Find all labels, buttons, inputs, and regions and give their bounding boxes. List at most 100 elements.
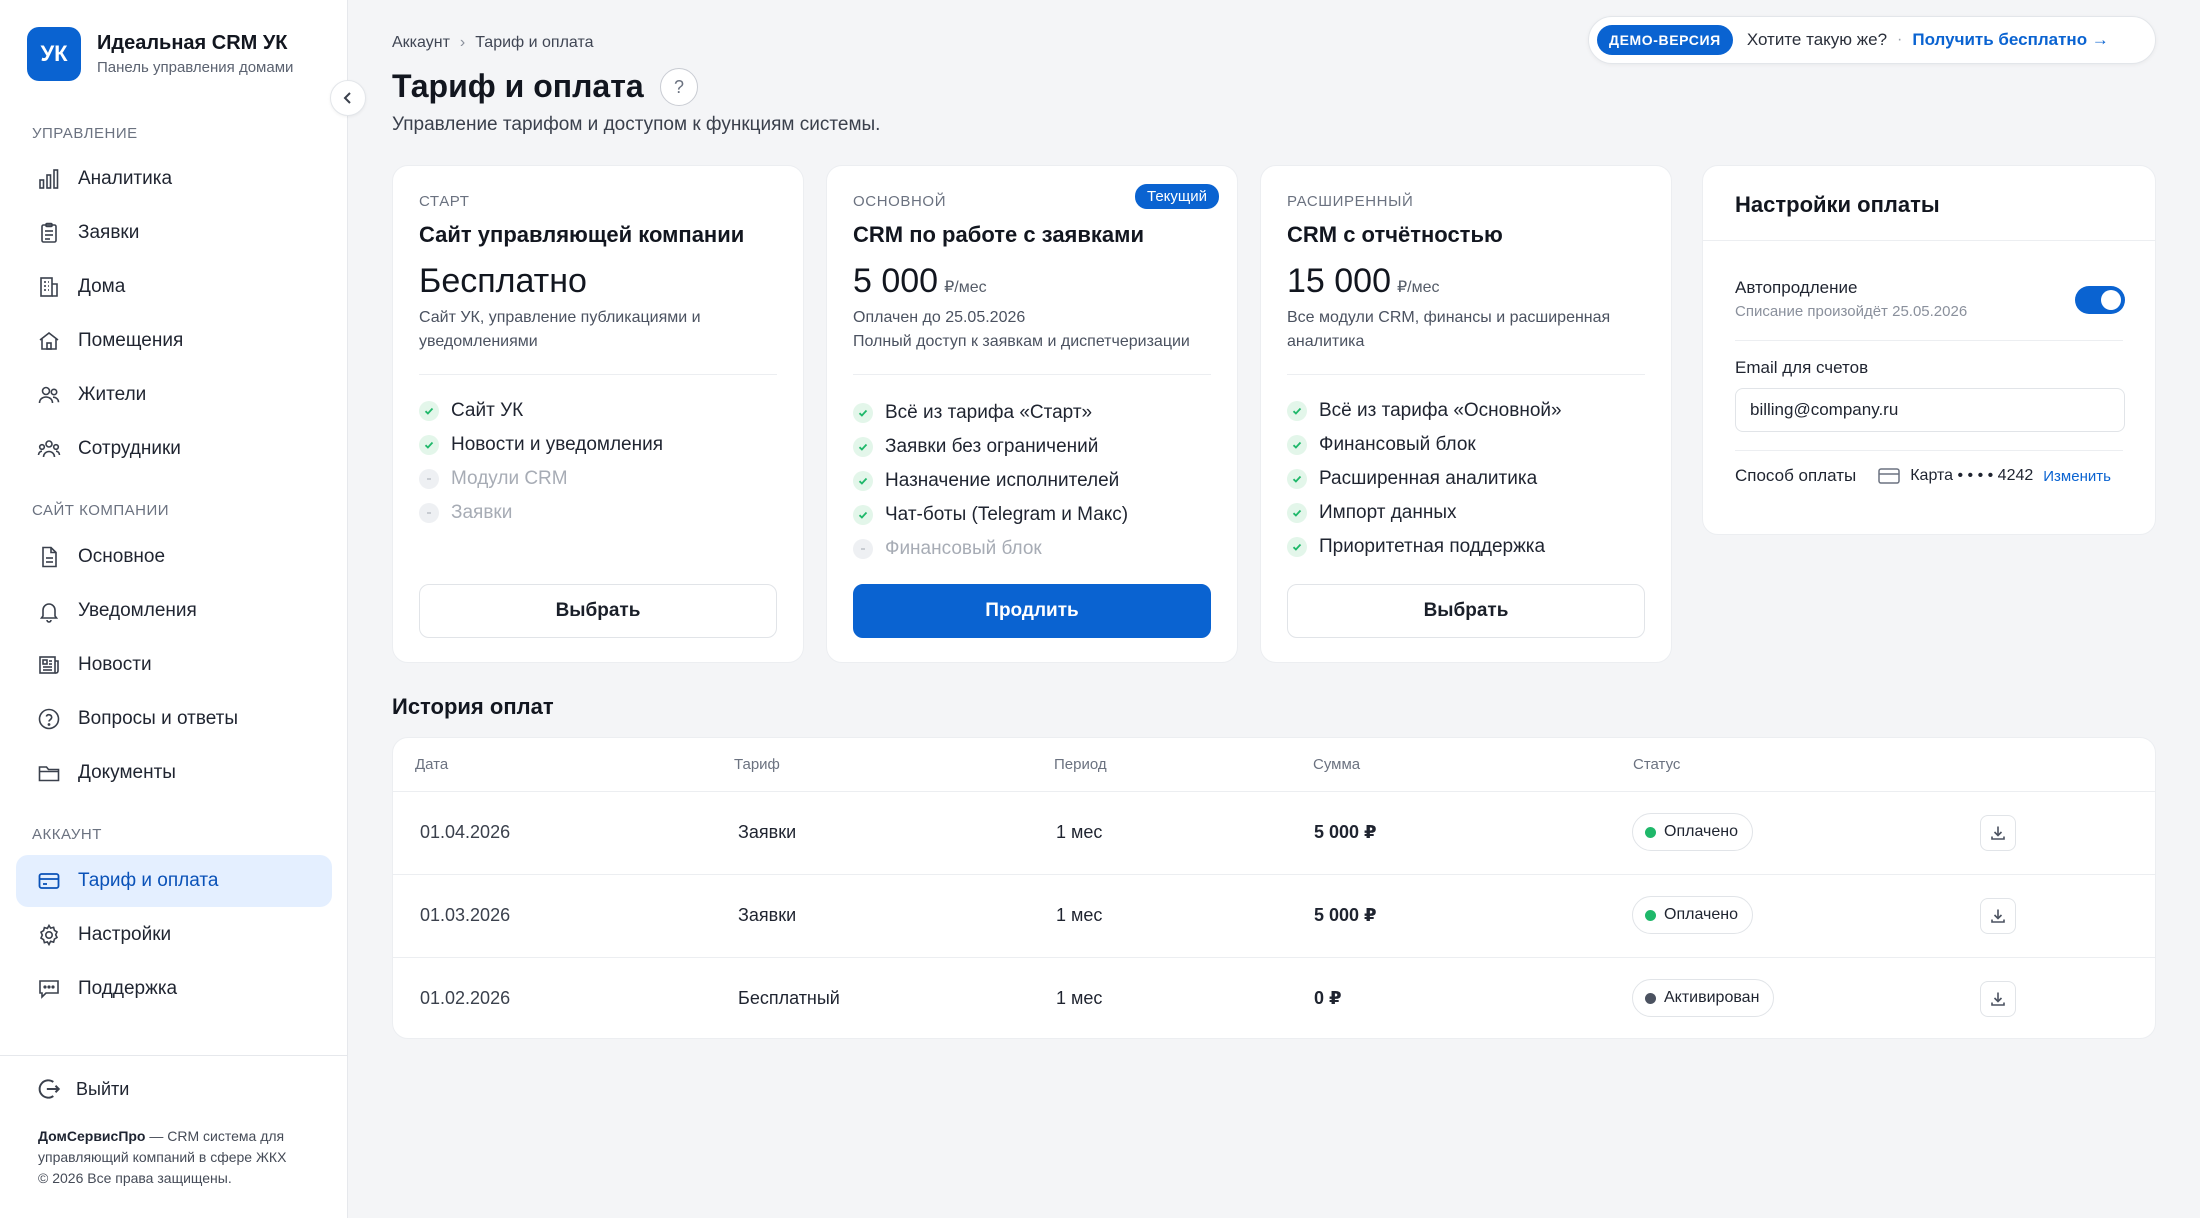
- feature-item: Импорт данных: [1287, 496, 1562, 530]
- payment-history-table: Дата Тариф Период Сумма Статус 01.04.202…: [392, 737, 2156, 1039]
- help-button[interactable]: ?: [660, 68, 698, 106]
- sidebar-item-notifications[interactable]: Уведомления: [16, 585, 332, 637]
- footer-text: ДомСервисПро — CRM система для управляющ…: [38, 1126, 328, 1189]
- download-receipt-button[interactable]: [1980, 815, 2016, 851]
- table-header: Дата Тариф Период Сумма Статус: [393, 738, 2155, 792]
- sidebar-item-news[interactable]: Новости: [16, 639, 332, 691]
- sidebar-item-billing[interactable]: Тариф и оплата: [16, 855, 332, 907]
- breadcrumb-parent[interactable]: Аккаунт: [392, 34, 450, 52]
- feature-item-disabled: Заявки: [419, 496, 663, 530]
- sidebar-item-label: Тариф и оплата: [78, 870, 219, 891]
- cell-plan: Заявки: [738, 822, 797, 842]
- get-free-link[interactable]: Получить бесплатно →: [1912, 30, 2108, 50]
- divider: [1703, 240, 2155, 241]
- cell-period: 1 мес: [1056, 822, 1103, 842]
- section-label-management: Управление: [32, 125, 138, 142]
- feature-text: Заявки без ограничений: [885, 436, 1099, 457]
- status-badge: Оплачено: [1632, 813, 1753, 851]
- check-icon: [853, 437, 873, 457]
- building-icon: [36, 274, 62, 300]
- feature-item: Сайт УК: [419, 394, 663, 428]
- breadcrumb-separator: ›: [459, 34, 466, 51]
- download-receipt-button[interactable]: [1980, 981, 2016, 1017]
- sidebar-item-label: Новости: [78, 654, 152, 675]
- invoice-email-input[interactable]: [1735, 388, 2125, 432]
- feature-text: Модули CRM: [451, 468, 568, 489]
- sidebar-item-documents[interactable]: Документы: [16, 747, 332, 799]
- page-subtitle: Управление тарифом и доступом к функциям…: [392, 114, 881, 135]
- feature-text: Приоритетная поддержка: [1319, 536, 1546, 557]
- payment-method-value: Карта • • • • 4242: [1910, 467, 2034, 484]
- check-icon: [853, 471, 873, 491]
- sidebar-item-label: Сотрудники: [78, 438, 181, 459]
- sidebar-item-residents[interactable]: Жители: [16, 369, 332, 421]
- sidebar-item-analytics[interactable]: Аналитика: [16, 153, 332, 205]
- feature-list: Всё из тарифа «Старт» Заявки без огранич…: [853, 396, 1128, 566]
- section-label-company-site: Сайт компании: [32, 502, 170, 519]
- sidebar-item-houses[interactable]: Дома: [16, 261, 332, 313]
- logout-button[interactable]: Выйти: [36, 1076, 129, 1102]
- chevron-left-icon: [340, 90, 356, 106]
- divider: [1735, 450, 2123, 451]
- sidebar-item-label: Поддержка: [78, 978, 178, 999]
- feature-item: Приоритетная поддержка: [1287, 530, 1562, 564]
- sidebar-item-label: Основное: [78, 546, 166, 567]
- status-text: Оплачено: [1664, 906, 1738, 923]
- sidebar-item-label: Аналитика: [78, 168, 173, 189]
- footer-copyright: © 2026 Все права защищены.: [38, 1170, 232, 1186]
- sidebar-item-staff[interactable]: Сотрудники: [16, 423, 332, 475]
- gear-icon: [36, 922, 62, 948]
- download-icon: [1991, 826, 2005, 840]
- sidebar-item-main[interactable]: Основное: [16, 531, 332, 583]
- download-receipt-button[interactable]: [1980, 898, 2016, 934]
- divider: [419, 374, 777, 375]
- download-icon: [1991, 992, 2005, 1006]
- check-icon: [853, 505, 873, 525]
- status-dot: [1645, 992, 1656, 1004]
- check-icon: [1287, 537, 1307, 557]
- sidebar-item-requests[interactable]: Заявки: [16, 207, 332, 259]
- cell-sum: 5 000 ₽: [1314, 905, 1377, 925]
- sidebar-item-faq[interactable]: Вопросы и ответы: [16, 693, 332, 745]
- cell-plan: Бесплатный: [738, 988, 840, 1008]
- cell-period: 1 мес: [1056, 905, 1103, 925]
- demo-separator: ·: [1897, 31, 1903, 48]
- plan-card-basic: Основной Текущий CRM по работе с заявкам…: [826, 165, 1238, 663]
- plan-price-value: Бесплатно: [419, 262, 587, 300]
- sidebar-collapse-button[interactable]: [330, 80, 366, 116]
- payment-method-row: Способ оплаты Карта • • • • 4242 Изменит…: [1735, 466, 2125, 486]
- newspaper-icon: [36, 652, 62, 678]
- sidebar-item-settings[interactable]: Настройки: [16, 909, 332, 961]
- change-payment-method-link[interactable]: Изменить: [2043, 468, 2111, 485]
- sidebar: УК Идеальная CRM УК Панель управления до…: [0, 0, 348, 1218]
- credit-card-icon: [1878, 467, 1900, 485]
- divider: [853, 374, 1211, 375]
- select-plan-start-button[interactable]: Выбрать: [419, 584, 777, 638]
- dash-icon: [419, 503, 439, 523]
- sidebar-item-label: Помещения: [78, 330, 184, 351]
- feature-item: Финансовый блок: [1287, 428, 1562, 462]
- sidebar-item-label: Вопросы и ответы: [78, 708, 239, 729]
- folder-icon: [36, 760, 62, 786]
- feature-text: Финансовый блок: [1319, 434, 1476, 455]
- download-icon: [1991, 909, 2005, 923]
- select-plan-extended-button[interactable]: Выбрать: [1287, 584, 1645, 638]
- plan-card-start: Старт Сайт управляющей компании Бесплатн…: [392, 165, 804, 663]
- document-icon: [36, 544, 62, 570]
- history-title: История оплат: [392, 694, 554, 719]
- table-row: 01.02.2026 Бесплатный 1 мес 0 ₽ Активиро…: [393, 959, 2155, 1038]
- brand[interactable]: УК Идеальная CRM УК Панель управления до…: [27, 27, 293, 81]
- feature-item: Всё из тарифа «Старт»: [853, 396, 1128, 430]
- autorenew-toggle[interactable]: [2075, 286, 2125, 314]
- check-icon: [1287, 503, 1307, 523]
- sidebar-item-premises[interactable]: Помещения: [16, 315, 332, 367]
- check-icon: [419, 401, 439, 421]
- column-header-plan: Тариф: [734, 756, 780, 773]
- renew-plan-button[interactable]: Продлить: [853, 584, 1211, 638]
- column-header-date: Дата: [415, 756, 449, 773]
- team-icon: [36, 436, 62, 462]
- sidebar-item-support[interactable]: Поддержка: [16, 963, 332, 1015]
- feature-list: Сайт УК Новости и уведомления Модули CRM…: [419, 394, 663, 530]
- column-header-status: Статус: [1633, 756, 1681, 773]
- plan-price: 5 000 ₽/мес: [853, 262, 987, 301]
